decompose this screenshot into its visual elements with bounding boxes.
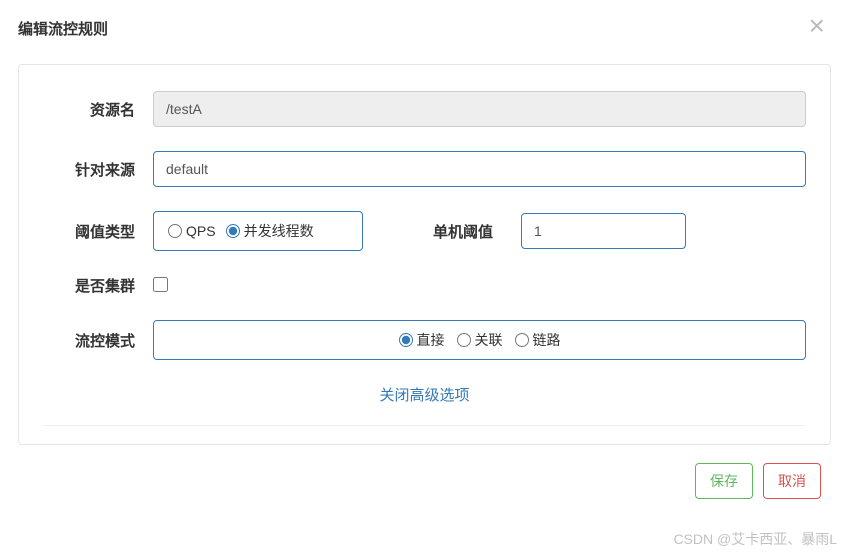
radio-mode-relation-input[interactable] (457, 333, 471, 347)
divider (43, 425, 806, 426)
modal-title: 编辑流控规则 (18, 18, 108, 39)
edit-flow-rule-modal: 编辑流控规则 × 资源名 针对来源 阈值类型 QPS (0, 0, 849, 517)
advanced-toggle-link[interactable]: 关闭高级选项 (43, 384, 806, 405)
row-resource: 资源名 (43, 91, 806, 127)
radio-qps-label: QPS (186, 223, 216, 239)
mode-group: 直接 关联 链路 (153, 320, 806, 360)
single-threshold-input[interactable] (521, 213, 686, 249)
modal-footer: 保存 取消 (0, 445, 849, 517)
close-icon[interactable]: × (809, 12, 825, 40)
radio-mode-relation[interactable]: 关联 (457, 330, 503, 350)
radio-qps-input[interactable] (168, 224, 182, 238)
single-threshold-label: 单机阈值 (433, 221, 493, 242)
radio-mode-direct-input[interactable] (399, 333, 413, 347)
save-button[interactable]: 保存 (695, 463, 753, 499)
cancel-button[interactable]: 取消 (763, 463, 821, 499)
radio-mode-relation-label: 关联 (475, 330, 503, 350)
resource-input (153, 91, 806, 127)
radio-concurrent-label: 并发线程数 (244, 221, 314, 241)
radio-mode-chain[interactable]: 链路 (515, 330, 561, 350)
radio-concurrent[interactable]: 并发线程数 (226, 221, 314, 241)
radio-mode-direct-label: 直接 (417, 330, 445, 350)
radio-concurrent-input[interactable] (226, 224, 240, 238)
radio-mode-chain-input[interactable] (515, 333, 529, 347)
threshold-type-label: 阈值类型 (43, 221, 153, 242)
row-threshold-type: 阈值类型 QPS 并发线程数 单机阈值 (43, 211, 806, 251)
modal-body: 资源名 针对来源 阈值类型 QPS 并发线 (18, 64, 831, 445)
watermark: CSDN @艾卡西亚、暴雨L (673, 529, 837, 549)
cluster-checkbox[interactable] (153, 277, 168, 292)
source-input[interactable] (153, 151, 806, 187)
resource-label: 资源名 (43, 99, 153, 120)
mode-label: 流控模式 (43, 330, 153, 351)
threshold-type-group: QPS 并发线程数 (153, 211, 363, 251)
row-mode: 流控模式 直接 关联 链路 (43, 320, 806, 360)
radio-qps[interactable]: QPS (168, 221, 216, 241)
radio-mode-chain-label: 链路 (533, 330, 561, 350)
row-cluster: 是否集群 (43, 275, 806, 296)
cluster-label: 是否集群 (43, 275, 153, 296)
row-source: 针对来源 (43, 151, 806, 187)
radio-mode-direct[interactable]: 直接 (399, 330, 445, 350)
modal-header: 编辑流控规则 × (0, 0, 849, 52)
source-label: 针对来源 (43, 159, 153, 180)
